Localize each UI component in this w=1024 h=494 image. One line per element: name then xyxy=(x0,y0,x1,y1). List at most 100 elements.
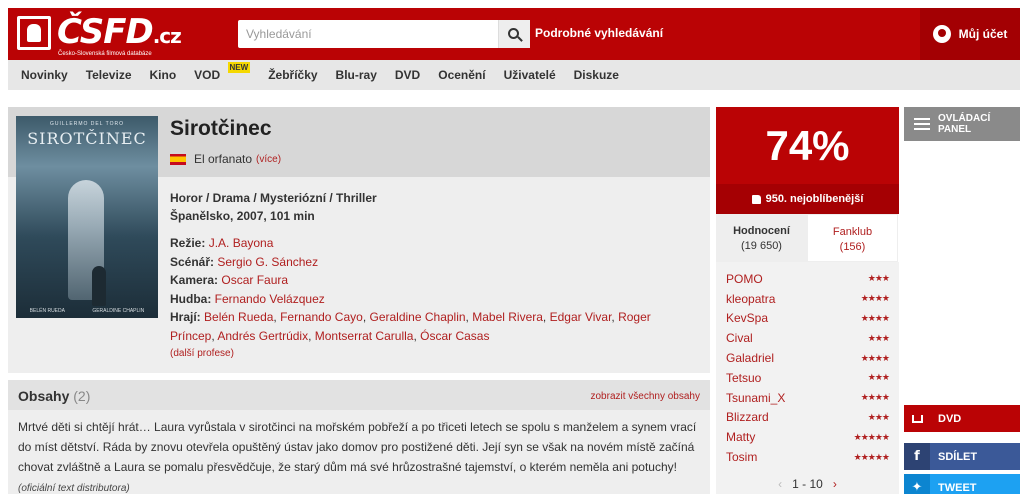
poster-title: SIROTČINEC xyxy=(27,129,147,148)
search-icon xyxy=(508,27,519,39)
rating-stars: ★★★★★ xyxy=(853,451,890,462)
list-item: Tsunami_X ★★★★ xyxy=(716,388,899,408)
nav-item-zebricky[interactable]: Žebříčky xyxy=(268,68,317,82)
plot-section: Obsahy (2) zobrazit všechny obsahy Mrtvé… xyxy=(8,380,710,494)
advanced-search-link[interactable]: Podrobné vyhledávání xyxy=(535,26,663,40)
film-poster[interactable]: GUILLERMO DEL TORO SIROTČINEC BELÉN RUED… xyxy=(16,116,158,318)
rating-stars: ★★★★ xyxy=(860,293,890,304)
logo-tagline: Česko-Slovenská filmová databáze xyxy=(58,51,152,57)
rating-panel: 74% 950. nejoblíbenější Hodnocení (19 65… xyxy=(716,107,899,494)
list-item: POMO ★★★ xyxy=(716,269,899,289)
rating-tabs: Hodnocení (19 650) Fanklub (156) xyxy=(716,214,899,262)
cast-link[interactable]: Geraldine Chaplin xyxy=(369,310,465,324)
show-all-plots-link[interactable]: zobrazit všechny obsahy xyxy=(590,391,700,402)
rating-stars: ★★★ xyxy=(867,372,890,383)
tab-ratings[interactable]: Hodnocení (19 650) xyxy=(716,214,807,262)
nav-item-oceneni[interactable]: Ocenění xyxy=(438,68,485,82)
user-link[interactable]: KevSpa xyxy=(726,311,768,325)
crew-row-director: Režie: J.A. Bayona xyxy=(170,236,274,250)
rating-stars: ★★★★★ xyxy=(853,431,890,442)
search-button[interactable] xyxy=(498,20,530,48)
rating-stars: ★★★★ xyxy=(860,312,890,323)
main-nav: Novinky Televize Kino VOD NEW Žebříčky Bl… xyxy=(8,60,1020,90)
list-item: Tetsuo ★★★ xyxy=(716,368,899,388)
user-link[interactable]: Tsunami_X xyxy=(726,391,785,405)
film-crew: Režie: J.A. Bayona Scénář: Sergio G. Sán… xyxy=(170,234,690,345)
facebook-icon: f xyxy=(904,443,930,470)
cast-link[interactable]: Óscar Casas xyxy=(420,329,489,343)
cast-link[interactable]: Mabel Rivera xyxy=(472,310,543,324)
user-link[interactable]: POMO xyxy=(726,272,763,286)
nav-item-dvd[interactable]: DVD xyxy=(395,68,420,82)
cast-link[interactable]: Montserrat Carulla xyxy=(315,329,414,343)
nav-item-novinky[interactable]: Novinky xyxy=(21,68,68,82)
plot-title: Obsahy (2) xyxy=(18,388,91,404)
popularity-rank[interactable]: 950. nejoblíbenější xyxy=(716,184,899,214)
site-header: ČSFD.cz Česko-Slovenská filmová databáze… xyxy=(8,8,1020,60)
plot-source: (oficiální text distributora) xyxy=(18,483,130,494)
list-item: kleopatra ★★★★ xyxy=(716,289,899,309)
list-item: Tosim ★★★★★ xyxy=(716,447,899,467)
cart-icon xyxy=(904,405,930,432)
rating-percent: 74% xyxy=(716,107,899,184)
account-button[interactable]: Můj účet xyxy=(920,8,1020,60)
user-link[interactable]: Blizzard xyxy=(726,410,769,424)
crew-link[interactable]: J.A. Bayona xyxy=(209,236,274,250)
nav-item-diskuze[interactable]: Diskuze xyxy=(574,68,619,82)
list-item: Cival ★★★ xyxy=(716,328,899,348)
nav-item-uzivatele[interactable]: Uživatelé xyxy=(504,68,556,82)
user-link[interactable]: kleopatra xyxy=(726,292,775,306)
original-title-more-link[interactable]: (více) xyxy=(256,154,281,165)
crew-row-music: Hudba: Fernando Velázquez xyxy=(170,291,325,306)
list-item: KevSpa ★★★★ xyxy=(716,309,899,329)
crew-row-camera: Kamera: Oscar Faura xyxy=(170,273,289,287)
user-link[interactable]: Tetsuo xyxy=(726,371,761,385)
poster-names: BELÉN RUEDA GERALDINE CHAPLIN xyxy=(29,308,145,314)
cast-link[interactable]: Edgar Vivar xyxy=(550,310,612,324)
search-box xyxy=(238,20,530,48)
ratings-pager: ‹ 1 - 10 › xyxy=(716,474,899,494)
cast-link[interactable]: Fernando Cayo xyxy=(280,310,363,324)
pager-prev-icon[interactable]: ‹ xyxy=(778,477,782,491)
poster-top-text: GUILLERMO DEL TORO xyxy=(49,121,125,127)
film-strip-icon xyxy=(17,16,51,50)
user-link[interactable]: Tosim xyxy=(726,450,757,464)
plot-text: Mrtvé děti si chtějí hrát… Laura vyrůsta… xyxy=(18,420,697,494)
pager-next-icon[interactable]: › xyxy=(833,477,837,491)
film-genres: Horor / Drama / Mysteriózní / Thriller xyxy=(170,191,377,205)
user-link[interactable]: Cival xyxy=(726,331,753,345)
more-professions-link[interactable]: (další profese) xyxy=(170,348,234,359)
facebook-share-button[interactable]: f SDÍLET xyxy=(904,443,1020,470)
rating-stars: ★★★ xyxy=(867,411,890,422)
user-link[interactable]: Galadriel xyxy=(726,351,774,365)
list-item: Matty ★★★★★ xyxy=(716,427,899,447)
search-input[interactable] xyxy=(238,20,490,48)
tab-fanclub[interactable]: Fanklub (156) xyxy=(807,214,898,262)
original-title-text: El orfanato xyxy=(194,152,253,166)
control-panel-button[interactable]: OVLÁDACÍ PANEL xyxy=(904,107,1020,141)
spain-flag-icon xyxy=(170,153,186,165)
nav-item-kino[interactable]: Kino xyxy=(150,68,177,82)
account-label: Můj účet xyxy=(958,27,1008,41)
site-logo[interactable]: ČSFD.cz Česko-Slovenská filmová databáze xyxy=(17,12,187,57)
new-badge: NEW xyxy=(227,62,251,73)
crew-row-writer: Scénář: Sergio G. Sánchez xyxy=(170,254,319,269)
nav-item-vod[interactable]: VOD NEW xyxy=(194,62,251,82)
user-icon xyxy=(932,25,951,43)
thumbs-up-icon xyxy=(751,194,761,204)
nav-item-televize[interactable]: Televize xyxy=(86,68,132,82)
crew-row-cast: Hrají: Belén Rueda, Fernando Cayo, Geral… xyxy=(170,310,651,343)
cast-link[interactable]: Belén Rueda xyxy=(204,310,273,324)
crew-link[interactable]: Fernando Velázquez xyxy=(215,292,325,306)
nav-item-bluray[interactable]: Blu-ray xyxy=(336,68,377,82)
rating-stars: ★★★★ xyxy=(860,392,890,403)
dvd-button[interactable]: DVD xyxy=(904,405,1020,432)
crew-link[interactable]: Sergio G. Sánchez xyxy=(217,255,318,269)
list-item: Blizzard ★★★ xyxy=(716,408,899,428)
tweet-button[interactable]: ✦ TWEET xyxy=(904,474,1020,494)
plot-count: (2) xyxy=(73,388,91,404)
crew-link[interactable]: Oscar Faura xyxy=(221,273,288,287)
user-link[interactable]: Matty xyxy=(726,430,755,444)
rating-stars: ★★★ xyxy=(867,332,890,343)
cast-link[interactable]: Andrés Gertrúdix xyxy=(217,329,308,343)
